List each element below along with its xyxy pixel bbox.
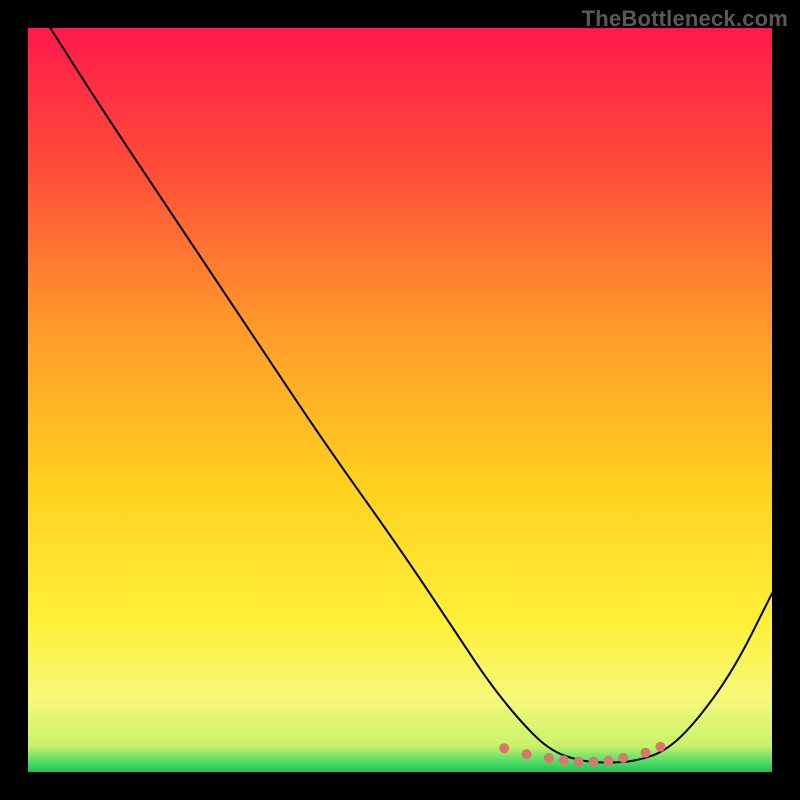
chart-stage: TheBottleneck.com [0,0,800,800]
optimal-dot [588,757,598,767]
optimal-dot [574,757,584,767]
optimal-dot [499,743,509,753]
optimal-dot [618,753,628,763]
optimal-dot [544,753,554,763]
gradient-background [28,28,772,772]
optimal-dot [522,749,532,759]
optimal-dot [641,748,651,758]
plot-svg [28,28,772,772]
optimal-dot [603,756,613,766]
optimal-dot [655,742,665,752]
plot-area [28,28,772,772]
optimal-dot [559,755,569,765]
